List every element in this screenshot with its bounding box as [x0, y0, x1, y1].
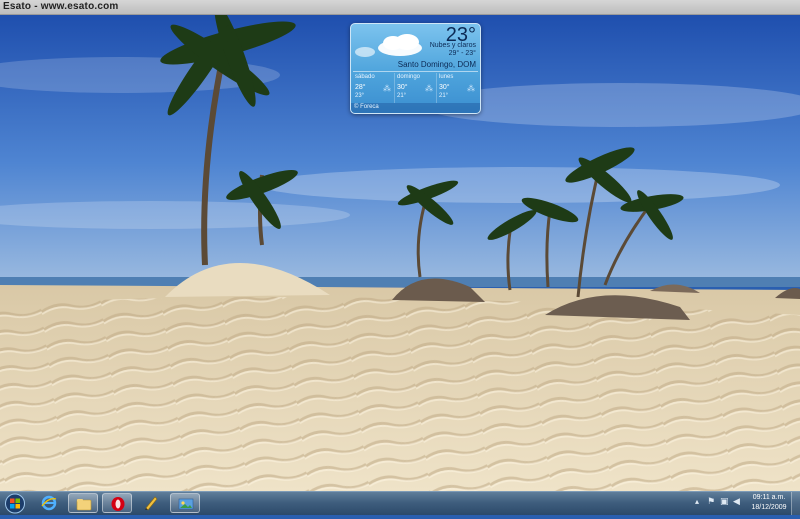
taskbar-explorer[interactable] — [68, 493, 98, 513]
opera-icon — [111, 497, 125, 511]
day-name: lunes — [439, 74, 454, 80]
photo-app-icon — [178, 498, 194, 510]
flag-icon[interactable]: ⚑ — [707, 497, 715, 507]
forecast-day: domingo 30° 21° ⁂ — [395, 73, 437, 103]
day-low: 21° — [397, 93, 407, 99]
start-button[interactable] — [3, 493, 27, 514]
rain-icon: ⁂ — [383, 84, 391, 93]
pen-app-icon — [145, 496, 158, 511]
network-icon[interactable]: ▣ — [720, 497, 729, 507]
internet-explorer-icon — [41, 495, 57, 511]
city-name: Santo Domingo, DOM — [397, 60, 476, 69]
day-high: 28° — [355, 84, 366, 91]
day-high: 30° — [397, 84, 408, 91]
clock[interactable]: 09:11 a.m. 18/12/2009 — [748, 493, 790, 513]
taskbar-app-photo[interactable] — [170, 493, 200, 513]
taskbar-opera[interactable] — [102, 493, 132, 513]
clock-date: 18/12/2009 — [751, 504, 787, 511]
site-banner: Esato - www.esato.com — [0, 0, 800, 15]
day-name: sábado — [355, 74, 375, 80]
taskbar-app-gold[interactable] — [136, 493, 166, 513]
day-low: 21° — [439, 93, 449, 99]
speaker-icon[interactable]: ◀ — [733, 497, 740, 507]
forecast-day: sábado 28° 23° ⁂ — [353, 73, 395, 103]
taskbar: ▴ ⚑ ▣ ◀ 09:11 a.m. 18/12/2009 — [0, 491, 800, 515]
weather-condition: Nubes y claros — [429, 42, 476, 49]
folder-icon — [76, 499, 92, 511]
windows-logo-icon — [5, 493, 25, 514]
banner-title: Esato - www.esato.com — [3, 1, 119, 12]
show-desktop-button[interactable] — [791, 492, 800, 515]
day-name: domingo — [397, 74, 421, 80]
divider — [353, 71, 478, 72]
day-low: 23° — [355, 93, 365, 99]
rain-icon: ⁂ — [467, 84, 475, 93]
provider-link[interactable]: © Foreca — [354, 104, 379, 110]
temperature-range: 29° - 23° — [448, 50, 476, 57]
forecast-days: sábado 28° 23° ⁂ domingo 30° 21° ⁂ lunes… — [353, 73, 478, 103]
rain-icon: ⁂ — [425, 84, 433, 93]
clock-time: 09:11 a.m. — [752, 494, 786, 501]
weather-gadget[interactable]: 23° Nubes y claros 29° - 23° Santo Domin… — [350, 23, 481, 114]
taskbar-ie[interactable] — [34, 493, 64, 513]
gadget-footer[interactable]: © Foreca — [351, 103, 480, 113]
day-high: 30° — [439, 84, 450, 91]
up-arrow-icon[interactable]: ▴ — [695, 497, 699, 506]
forecast-day: lunes 30° 21° ⁂ — [437, 73, 478, 103]
